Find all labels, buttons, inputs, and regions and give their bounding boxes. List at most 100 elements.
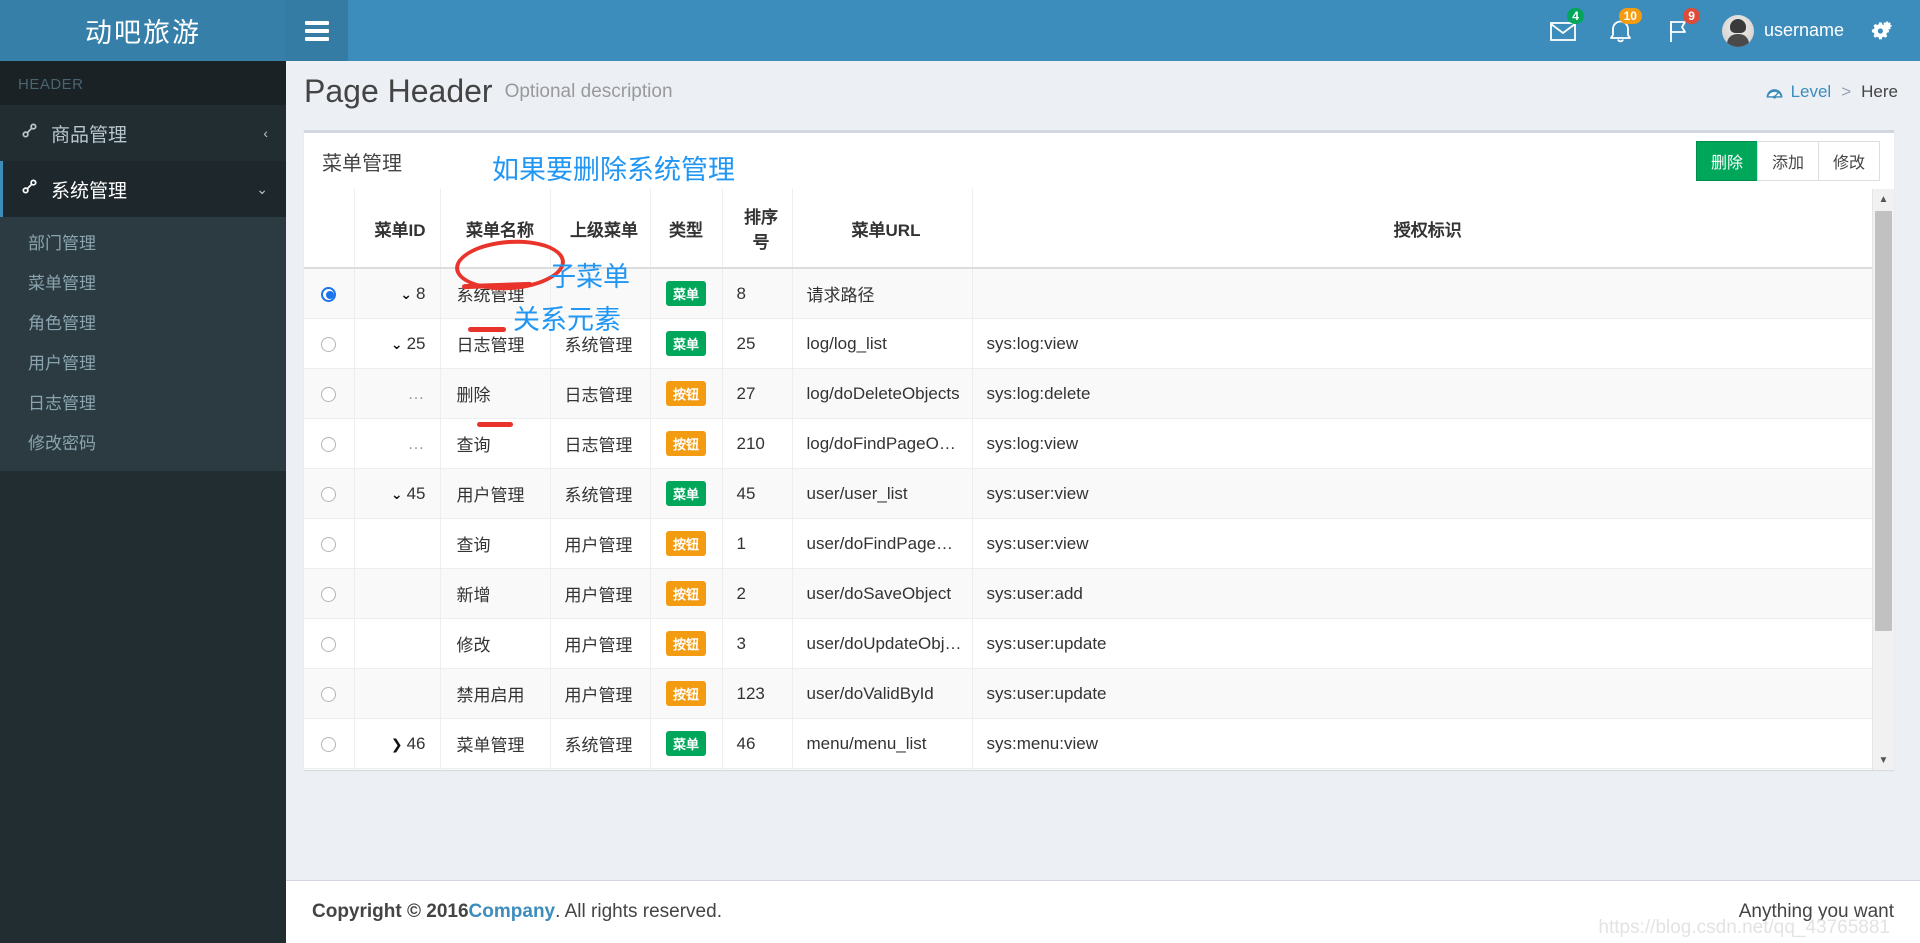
cell-menu-url: user/doUpdateObject <box>792 618 973 669</box>
sidebar-subitem-rizhi[interactable]: 日志管理 <box>0 381 286 421</box>
cell-menu-name: 角色管理 <box>440 768 551 770</box>
table-row[interactable]: ⌄ 25 日志管理 系统管理 菜单 25 log/log_list sys:log:view <box>304 318 1876 369</box>
row-radio[interactable] <box>321 736 337 752</box>
cell-sort: 210 <box>722 418 793 469</box>
table-row[interactable]: … 删除 日志管理 按钮 27 log/doDeleteObjects sys:log:de… <box>304 368 1876 419</box>
row-radio-cell[interactable] <box>304 618 355 669</box>
cell-type: 按钮 <box>650 518 723 569</box>
col-permission[interactable]: 授权标识 <box>972 189 1876 269</box>
row-radio-cell[interactable] <box>304 568 355 619</box>
row-radio-cell[interactable] <box>304 268 355 319</box>
chevron-down-icon[interactable]: ⌄ <box>391 486 403 502</box>
table-row[interactable]: ⌄ 45 用户管理 系统管理 菜单 45 user/user_list sys:user:vi… <box>304 468 1876 519</box>
table-row[interactable]: 修改 用户管理 按钮 3 user/doUpdateObject sys:user:upd… <box>304 618 1876 669</box>
type-badge: 按钮 <box>665 681 706 706</box>
row-radio[interactable] <box>321 386 337 402</box>
cell-parent-menu: 系统管理 <box>550 318 651 369</box>
cell-permission: sys:user:view <box>972 468 1876 519</box>
chevron-down-icon[interactable]: ⌄ <box>391 336 403 352</box>
gears-icon[interactable] <box>1858 20 1904 42</box>
hamburger-icon[interactable] <box>286 0 348 61</box>
breadcrumb-level[interactable]: Level <box>1791 82 1832 102</box>
copyright-prefix: Copyright © 2016 <box>312 901 469 922</box>
row-radio-cell[interactable] <box>304 518 355 569</box>
chevron-right-icon[interactable]: ❯ <box>391 736 403 752</box>
col-type[interactable]: 类型 <box>650 189 723 269</box>
col-menu-id[interactable]: 菜单ID <box>354 189 441 269</box>
row-radio[interactable] <box>321 536 337 552</box>
cell-sort: 25 <box>722 318 793 369</box>
cell-menu-id: … <box>354 418 441 469</box>
table-scrollbar[interactable]: ▲ ▼ <box>1872 189 1894 770</box>
table-row[interactable]: 新增 用户管理 按钮 2 user/doSaveObject sys:user:add <box>304 568 1876 619</box>
table-row[interactable]: ⌄ 8 系统管理 菜单 8 请求路径 <box>304 268 1876 319</box>
row-radio[interactable] <box>321 436 337 452</box>
cell-menu-name: 修改 <box>440 618 551 669</box>
col-parent-menu[interactable]: 上级菜单 <box>550 189 651 269</box>
scroll-up-arrow[interactable]: ▲ <box>1873 189 1894 209</box>
company-link[interactable]: Company <box>469 901 556 923</box>
scroll-down-arrow[interactable]: ▼ <box>1873 750 1894 770</box>
scrollbar-thumb[interactable] <box>1875 211 1892 631</box>
table-body: ⌄ 8 系统管理 菜单 8 请求路径 ⌄ 25 日志管理 系统管理 菜单 25 log/log_list… <box>304 268 1876 770</box>
delete-button[interactable]: 删除 <box>1695 141 1758 181</box>
cell-sort: 47 <box>722 768 793 770</box>
ellipsis-icon[interactable]: … <box>408 434 426 453</box>
watermark: https://blog.csdn.net/qq_43765881 <box>1598 917 1890 938</box>
row-radio-cell[interactable] <box>304 768 355 770</box>
table-row[interactable]: ❯ 46 菜单管理 系统管理 菜单 46 menu/menu_list sys:menu:vi… <box>304 718 1876 769</box>
cell-menu-url: role/role_list <box>792 768 973 770</box>
row-radio[interactable] <box>321 336 337 352</box>
chevron-left-icon: ‹ <box>263 125 268 141</box>
type-badge: 按钮 <box>665 381 706 406</box>
cell-type: 按钮 <box>650 368 723 419</box>
messages-badge: 4 <box>1567 8 1584 24</box>
sidebar-subitem-yonghu[interactable]: 用户管理 <box>0 341 286 381</box>
cell-menu-name: 查询 <box>440 518 551 569</box>
row-radio[interactable] <box>321 586 337 602</box>
cell-sort: 3 <box>722 618 793 669</box>
cell-menu-id: ❯ 46 <box>354 718 441 769</box>
row-radio-cell[interactable] <box>304 468 355 519</box>
type-badge: 菜单 <box>665 331 706 356</box>
tasks-badge: 9 <box>1683 8 1700 24</box>
notifications-button[interactable]: 10 <box>1592 0 1650 61</box>
cell-permission: sys:menu:view <box>972 718 1876 769</box>
sidebar-item-shangpin[interactable]: 商品管理 ‹ <box>0 105 286 161</box>
row-radio[interactable] <box>321 486 337 502</box>
table-row[interactable]: ❯47角色管理系统管理菜单47role/role_listsys:role:vi… <box>304 768 1876 770</box>
chevron-down-icon[interactable]: ⌄ <box>400 286 412 302</box>
sidebar-subitem-caidan[interactable]: 菜单管理 <box>0 261 286 301</box>
tasks-button[interactable]: 9 <box>1650 0 1708 61</box>
col-sort[interactable]: 排序号 <box>722 189 793 269</box>
row-radio[interactable] <box>321 636 337 652</box>
row-radio-cell[interactable] <box>304 668 355 719</box>
sidebar-subitem-juese[interactable]: 角色管理 <box>0 301 286 341</box>
ellipsis-icon[interactable]: … <box>408 384 426 403</box>
row-radio-cell[interactable] <box>304 368 355 419</box>
row-radio-cell[interactable] <box>304 718 355 769</box>
sidebar-item-xitong[interactable]: 系统管理 ⌄ <box>0 161 286 217</box>
table-row[interactable]: 查询 用户管理 按钮 1 user/doFindPageObj… sys:user:vie… <box>304 518 1876 569</box>
table-row[interactable]: 禁用启用 用户管理 按钮 123 user/doValidById sys:user:up… <box>304 668 1876 719</box>
user-menu[interactable]: username <box>1708 0 1858 61</box>
col-menu-name[interactable]: 菜单名称 <box>440 189 551 269</box>
page-title: Page Header <box>304 73 493 109</box>
row-radio-cell[interactable] <box>304 418 355 469</box>
cell-parent-menu: 用户管理 <box>550 618 651 669</box>
row-radio[interactable] <box>321 686 337 702</box>
sidebar-subitem-mima[interactable]: 修改密码 <box>0 421 286 461</box>
row-radio[interactable] <box>321 286 337 302</box>
messages-button[interactable]: 4 <box>1534 0 1592 61</box>
edit-button[interactable]: 修改 <box>1817 141 1880 181</box>
breadcrumb-separator: > <box>1841 81 1852 101</box>
col-menu-url[interactable]: 菜单URL <box>792 189 973 269</box>
cell-menu-id <box>354 518 441 569</box>
row-radio-cell[interactable] <box>304 318 355 369</box>
page-description: Optional description <box>504 80 673 102</box>
add-button[interactable]: 添加 <box>1756 141 1819 181</box>
sidebar-subitem-bumen[interactable]: 部门管理 <box>0 221 286 261</box>
brand-logo[interactable]: 动吧旅游 <box>0 0 286 61</box>
cell-parent-menu: 用户管理 <box>550 518 651 569</box>
table-row[interactable]: … 查询 日志管理 按钮 210 log/doFindPageObje… sys:log:v… <box>304 418 1876 469</box>
